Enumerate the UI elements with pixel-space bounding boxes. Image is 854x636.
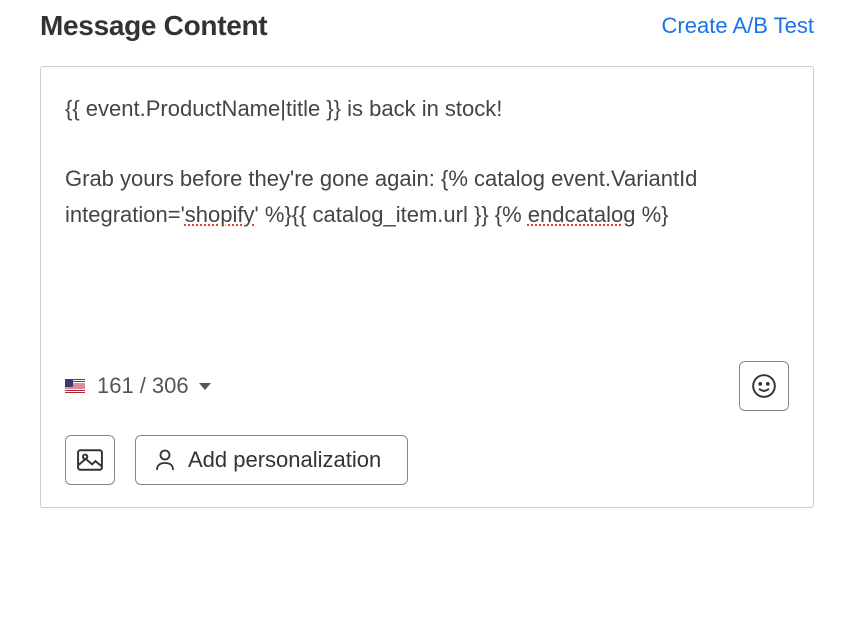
spellcheck-word-endcatalog: endcatalog bbox=[528, 202, 636, 227]
emoji-icon bbox=[751, 373, 777, 399]
char-count-max: 306 bbox=[152, 373, 189, 399]
character-count: 161 / 306 bbox=[97, 373, 211, 399]
chevron-down-icon bbox=[199, 383, 211, 390]
person-icon bbox=[154, 448, 176, 472]
counter-row: 161 / 306 bbox=[65, 361, 789, 411]
image-icon bbox=[77, 449, 103, 471]
char-count-current: 161 bbox=[97, 373, 134, 399]
page-title: Message Content bbox=[40, 10, 267, 42]
section-header: Message Content Create A/B Test bbox=[40, 10, 814, 42]
add-image-button[interactable] bbox=[65, 435, 115, 485]
char-count-separator: / bbox=[140, 373, 146, 399]
action-buttons-row: Add personalization bbox=[65, 435, 789, 485]
character-counter-dropdown[interactable]: 161 / 306 bbox=[65, 373, 211, 399]
create-ab-test-link[interactable]: Create A/B Test bbox=[662, 13, 814, 39]
message-line2-suffix: ' %}{{ catalog_item.url }} {% bbox=[255, 202, 528, 227]
emoji-picker-button[interactable] bbox=[739, 361, 789, 411]
us-flag-icon bbox=[65, 379, 85, 393]
message-content-box: {{ event.ProductName|title }} is back in… bbox=[40, 66, 814, 508]
message-line2-end: %} bbox=[635, 202, 668, 227]
add-personalization-button[interactable]: Add personalization bbox=[135, 435, 408, 485]
message-line1: {{ event.ProductName|title }} is back in… bbox=[65, 96, 502, 121]
spellcheck-word-shopify: shopify bbox=[185, 202, 255, 227]
message-textarea[interactable]: {{ event.ProductName|title }} is back in… bbox=[65, 91, 789, 351]
add-personalization-label: Add personalization bbox=[188, 447, 381, 473]
